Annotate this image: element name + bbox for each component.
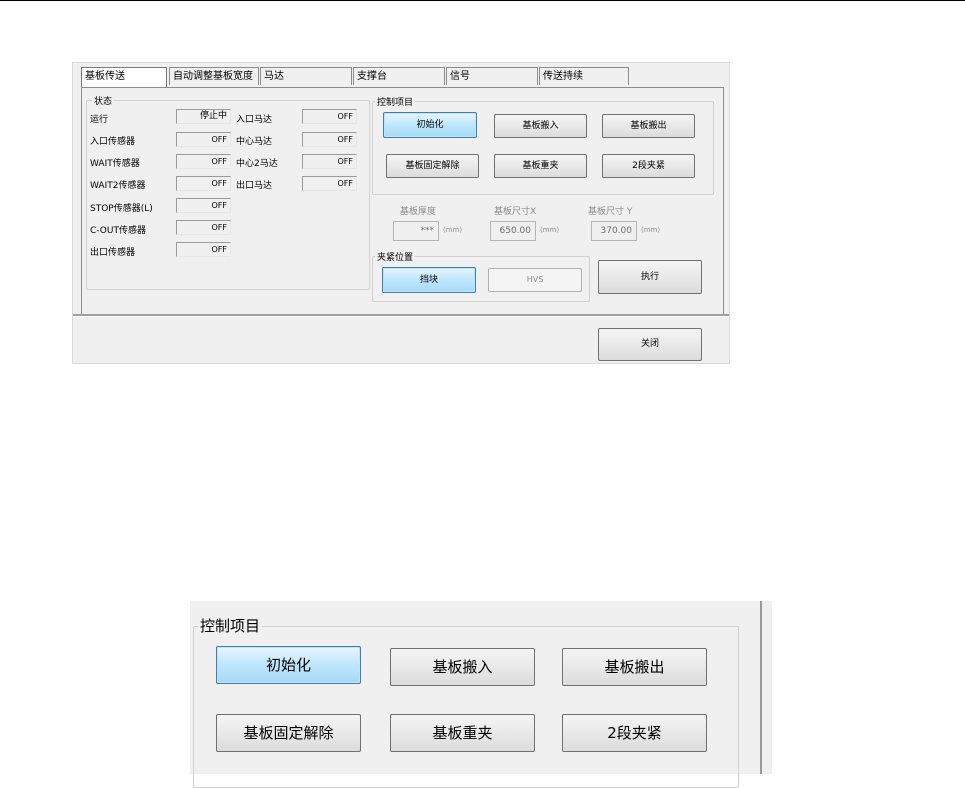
- status-label: 运行: [90, 115, 109, 125]
- zoom-board-unload-button[interactable]: 基板搬出: [562, 648, 707, 686]
- status-value: OFF: [302, 109, 357, 124]
- page-top-rule: [0, 0, 965, 1]
- board-size-x-unit: (mm): [540, 226, 560, 234]
- status-label: 入口马达: [236, 115, 273, 125]
- board-thickness-unit: (mm): [443, 226, 463, 234]
- zoom-board-unclamp-button[interactable]: 基板固定解除: [216, 714, 361, 752]
- tab-transfer-continue[interactable]: 传送持续: [539, 67, 629, 85]
- close-button[interactable]: 关闭: [598, 328, 702, 361]
- zoom-board-load-button[interactable]: 基板搬入: [390, 648, 535, 686]
- dialog-separator: [73, 314, 729, 317]
- board-size-y-label: 基板尺寸 Y: [588, 207, 633, 217]
- status-label: C-OUT传感器: [90, 226, 146, 236]
- board-size-y-field: 370.00: [591, 221, 637, 241]
- board-thickness-label: 基板厚度: [400, 207, 437, 217]
- tab-support-table[interactable]: 支撑台: [353, 67, 445, 85]
- initialize-button[interactable]: 初始化: [383, 112, 477, 138]
- control-items-zoom: 控制项目 初始化 基板搬入 基板搬出 基板固定解除 基板重夹 2段夹紧: [190, 601, 772, 788]
- status-label: STOP传感器(L): [90, 204, 153, 214]
- status-value: OFF: [176, 132, 231, 147]
- board-unload-button[interactable]: 基板搬出: [602, 114, 695, 138]
- status-label: WAIT传感器: [90, 159, 140, 169]
- execute-button[interactable]: 执行: [598, 260, 702, 294]
- board-reclamp-button[interactable]: 基板重夹: [494, 154, 587, 178]
- tab-motor[interactable]: 马达: [260, 67, 352, 85]
- board-thickness-field: ***: [393, 221, 439, 241]
- clamp-hvs-option[interactable]: HVS: [488, 268, 582, 292]
- tab-board-transfer[interactable]: 基板传送: [81, 67, 167, 88]
- status-value: OFF: [176, 176, 231, 191]
- status-value: OFF: [302, 132, 357, 147]
- two-stage-clamp-button[interactable]: 2段夹紧: [602, 154, 695, 178]
- zoom-two-stage-clamp-button[interactable]: 2段夹紧: [562, 714, 707, 752]
- status-label: 出口传感器: [90, 248, 136, 258]
- board-size-x-field: 650.00: [490, 221, 536, 241]
- tab-signal[interactable]: 信号: [446, 67, 538, 85]
- status-label: 中心马达: [236, 137, 273, 147]
- board-size-x-label: 基板尺寸X: [494, 207, 537, 217]
- status-value: 停止中: [176, 109, 231, 124]
- zoom-edge-line: [760, 601, 762, 774]
- zoom-control-title: 控制项目: [198, 615, 263, 636]
- status-label: 出口马达: [236, 181, 273, 191]
- clamp-stopper-option[interactable]: 挡块: [382, 267, 476, 293]
- tab-panel: 状态 运行 停止中 入口传感器 OFF WAIT传感器 OFF WAIT2传感器…: [81, 87, 724, 315]
- control-group-title: 控制项目: [375, 95, 416, 108]
- zoom-initialize-button[interactable]: 初始化: [216, 646, 361, 684]
- board-unclamp-button[interactable]: 基板固定解除: [386, 154, 479, 178]
- status-value: OFF: [176, 198, 231, 213]
- status-group-title: 状态: [92, 94, 115, 107]
- status-value: OFF: [176, 242, 231, 257]
- clamp-position-title: 夹紧位置: [375, 250, 416, 263]
- zoom-board-reclamp-button[interactable]: 基板重夹: [390, 714, 535, 752]
- board-load-button[interactable]: 基板搬入: [494, 114, 587, 138]
- tab-auto-width[interactable]: 自动调整基板宽度: [169, 67, 259, 85]
- status-label: 中心2马达: [236, 159, 278, 169]
- status-label: 入口传感器: [90, 137, 136, 147]
- status-value: OFF: [302, 176, 357, 191]
- board-size-y-unit: (mm): [641, 226, 661, 234]
- status-group: [86, 100, 370, 290]
- status-value: OFF: [302, 154, 357, 169]
- status-label: WAIT2传感器: [90, 181, 146, 191]
- status-value: OFF: [176, 220, 231, 235]
- status-value: OFF: [176, 154, 231, 169]
- board-transfer-dialog: 基板传送 自动调整基板宽度 马达 支撑台 信号 传送持续 状态 运行 停止中 入…: [72, 62, 730, 364]
